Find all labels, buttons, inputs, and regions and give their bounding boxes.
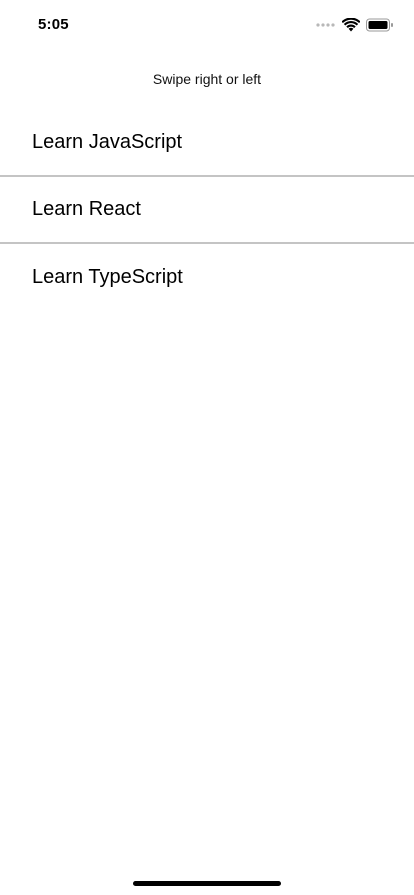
signal-dots-icon <box>316 22 336 28</box>
list-item-typescript[interactable]: Learn TypeScript <box>0 244 414 311</box>
home-indicator[interactable] <box>133 881 281 886</box>
status-time: 5:05 <box>38 16 69 33</box>
list-item-react[interactable]: Learn React <box>0 177 414 244</box>
status-icons <box>316 17 394 33</box>
swipe-hint-text: Swipe right or left <box>152 71 262 87</box>
wifi-icon <box>342 18 360 32</box>
status-bar: 5:05 <box>0 0 414 50</box>
battery-icon <box>366 18 394 32</box>
list-item-javascript[interactable]: Learn JavaScript <box>0 110 414 177</box>
swipeable-list: Learn JavaScript Learn React Learn TypeS… <box>0 110 414 311</box>
